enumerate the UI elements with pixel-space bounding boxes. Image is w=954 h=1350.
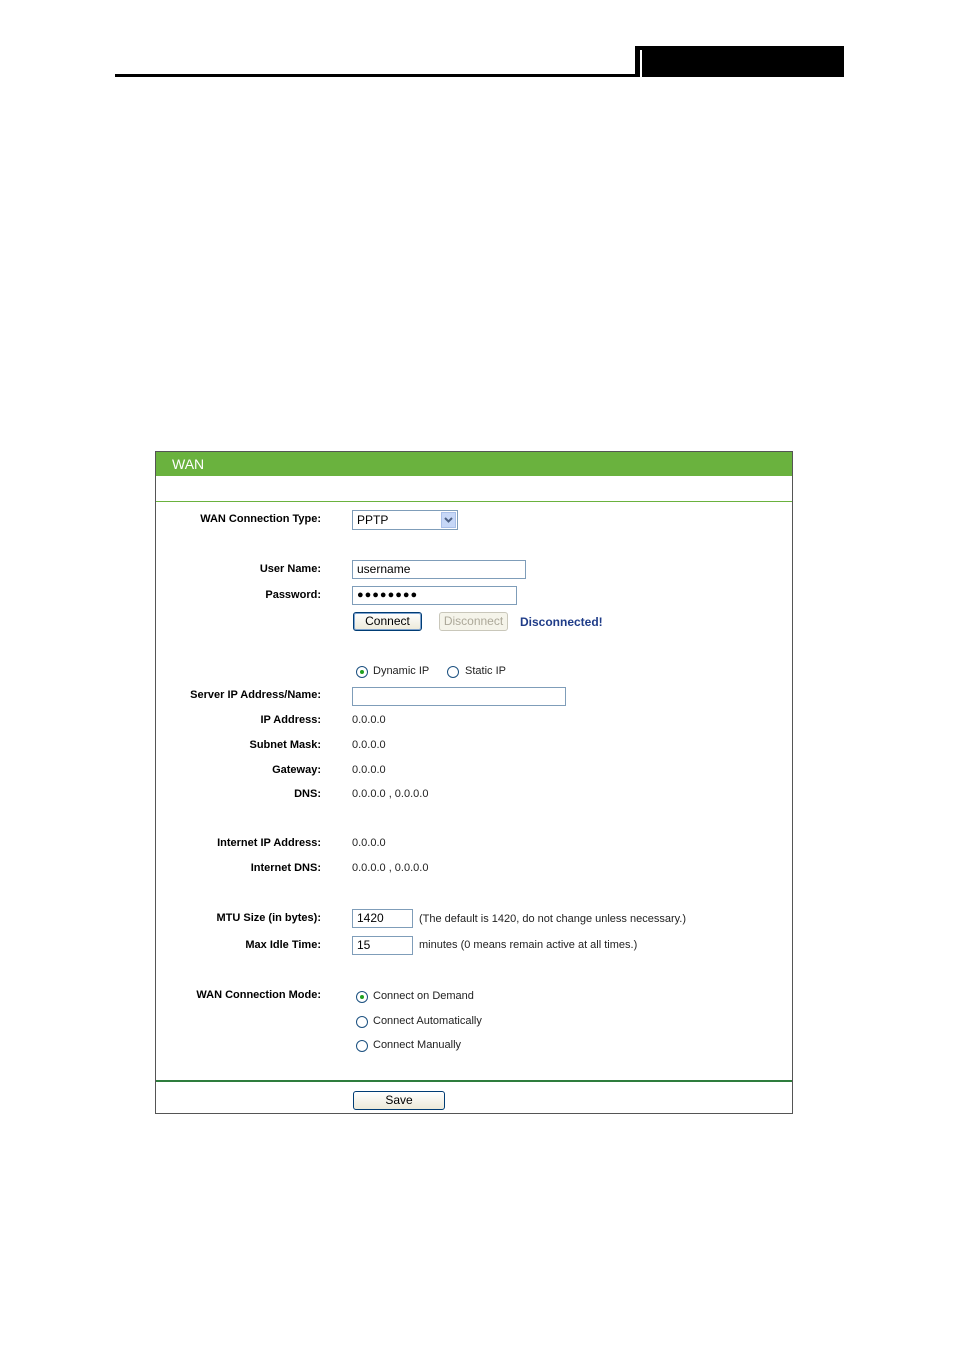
ip-address-value: 0.0.0.0 (352, 714, 386, 726)
dns-label: DNS: (294, 788, 321, 800)
mode-demand-label: Connect on Demand (373, 990, 474, 1002)
mtu-hint: (The default is 1420, do not change unle… (419, 913, 687, 925)
mode-manual-label: Connect Manually (373, 1039, 462, 1051)
panel-title: WAN (172, 456, 205, 472)
ip-address-label: IP Address: (260, 714, 321, 726)
static-ip-radio[interactable] (447, 666, 459, 678)
gateway-value: 0.0.0.0 (352, 764, 386, 776)
server-label: Server IP Address/Name: (190, 689, 321, 701)
static-ip-label: Static IP (465, 665, 506, 677)
save-button[interactable]: Save (353, 1091, 445, 1110)
chevron-down-icon[interactable] (441, 512, 456, 528)
internet-ip-value: 0.0.0.0 (352, 837, 386, 849)
mode-label: WAN Connection Mode: (196, 989, 321, 1001)
wan-type-label: WAN Connection Type: (200, 513, 321, 525)
internet-dns-label: Internet DNS: (250, 862, 321, 874)
mode-auto-radio[interactable] (356, 1016, 368, 1028)
subnet-mask-value: 0.0.0.0 (352, 739, 386, 751)
internet-dns-value: 0.0.0.0 , 0.0.0.0 (352, 862, 429, 874)
internet-ip-label: Internet IP Address: (217, 837, 321, 849)
password-label: Password: (265, 589, 321, 601)
wan-type-value: PPTP (357, 513, 389, 527)
top-divider (156, 501, 792, 502)
server-input[interactable] (352, 687, 566, 706)
mode-demand-radio[interactable] (356, 991, 368, 1003)
header-block (635, 46, 844, 77)
dns-value: 0.0.0.0 , 0.0.0.0 (352, 788, 429, 800)
disconnect-button[interactable]: Disconnect (439, 612, 508, 631)
panel-title-bar: WAN (156, 452, 792, 476)
mtu-input[interactable]: 1420 (352, 909, 413, 928)
bottom-divider (156, 1080, 792, 1082)
password-input[interactable]: ●●●●●●●● (352, 586, 517, 605)
wan-panel: WAN WAN Connection Type: PPTP User Name:… (155, 451, 793, 1114)
gateway-label: Gateway: (272, 764, 321, 776)
wan-type-select[interactable]: PPTP (352, 510, 458, 530)
user-name-input[interactable]: username (352, 560, 526, 579)
subnet-mask-label: Subnet Mask: (249, 739, 321, 751)
mtu-label: MTU Size (in bytes): (216, 912, 321, 924)
connect-button[interactable]: Connect (353, 612, 422, 631)
user-name-label: User Name: (259, 563, 321, 575)
mode-manual-radio[interactable] (356, 1040, 368, 1052)
dynamic-ip-label: Dynamic IP (373, 665, 430, 677)
idle-input[interactable]: 15 (352, 936, 413, 955)
mode-auto-label: Connect Automatically (373, 1015, 482, 1027)
connection-status: Disconnected! (520, 615, 603, 629)
idle-label: Max Idle Time: (245, 939, 321, 951)
idle-hint: minutes (0 means remain active at all ti… (419, 939, 638, 951)
dynamic-ip-radio[interactable] (356, 666, 368, 678)
